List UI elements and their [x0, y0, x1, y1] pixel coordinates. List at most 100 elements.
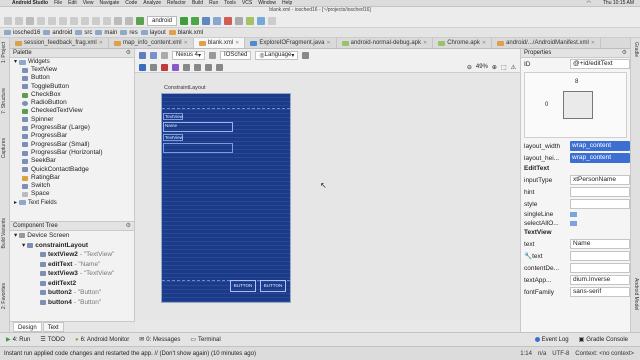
align-icon[interactable] [205, 63, 212, 71]
text-tools-field[interactable] [570, 251, 630, 261]
device-blueprint[interactable]: ConstraintLayout TextView Name TextView … [161, 85, 291, 303]
tab-manifest[interactable]: android/.../AndroidManifest.xml ✕ [492, 38, 602, 48]
tool-gradle-console[interactable]: ▣ Gradle Console [579, 336, 628, 344]
zoom-fit-icon[interactable]: ⬚ [501, 64, 507, 71]
run-config-dropdown[interactable]: android [147, 15, 178, 26]
style-field[interactable] [570, 199, 630, 209]
tree-node-button4[interactable]: button4- "Button" [10, 298, 134, 308]
palette-item-quickcontactbadge[interactable]: QuickContactBadge [10, 166, 134, 174]
device-dropdown[interactable]: Nexus 4 ▾ [172, 50, 206, 60]
tab-chrome-apk[interactable]: Chrome.apk ✕ [433, 38, 493, 48]
android-device-monitor-icon[interactable] [257, 16, 266, 25]
palette-item-checkedtextview[interactable]: CheckedTextView [10, 107, 134, 115]
palette-item-button[interactable]: Button [10, 74, 134, 82]
layout-height-dropdown[interactable]: wrap_content [570, 153, 630, 163]
tree-node-edittext2[interactable]: editText2 [10, 279, 134, 289]
tool-tab-build-variants[interactable]: Build Variants [1, 218, 7, 248]
tab-session-feedback[interactable]: session_feedback_frag.xml ✕ [10, 38, 109, 48]
copy-icon[interactable] [70, 16, 78, 25]
breadcrumb-item[interactable]: main [95, 30, 117, 36]
guidelines-icon[interactable] [216, 63, 223, 71]
theme-dropdown[interactable]: IOSched [220, 50, 252, 60]
palette-item-progressbar-small[interactable]: ProgressBar (Small) [10, 141, 134, 149]
tool-android-monitor[interactable]: ● 6: Android Monitor [75, 337, 129, 343]
tool-terminal[interactable]: ▭ Terminal [190, 336, 220, 344]
palette-item-progressbar[interactable]: ProgressBar [10, 132, 134, 140]
select-all-toggle[interactable] [570, 221, 577, 226]
api-level-icon[interactable] [209, 51, 217, 59]
gear-icon[interactable]: ⚙ [126, 222, 131, 230]
breadcrumb-item[interactable]: layout [140, 30, 166, 36]
palette-item-spinner[interactable]: Spinner [10, 116, 134, 124]
palette-item-radiobutton[interactable]: RadioButton [10, 99, 134, 107]
menu-file[interactable]: File [54, 0, 62, 6]
constraint-top-value[interactable]: 8 [575, 79, 578, 85]
close-icon[interactable]: ✕ [326, 40, 330, 46]
tool-run[interactable]: ▶ 4: Run [6, 336, 30, 344]
breadcrumb-item[interactable]: res [120, 30, 138, 36]
status-message[interactable]: Instant run applied code changes and res… [4, 351, 256, 357]
palette-item-seekbar[interactable]: SeekBar [10, 157, 134, 165]
content-description-field[interactable] [570, 263, 630, 273]
tool-tab-structure[interactable]: 7: Structure [1, 88, 7, 114]
breadcrumb-item[interactable]: android [43, 30, 72, 36]
tab-debug-apk[interactable]: android-normal-debug.apk ✕ [337, 38, 434, 48]
tab-design[interactable]: Design [13, 322, 42, 332]
blueprint-textview2[interactable]: TextView [163, 113, 183, 120]
blueprint-mode-icon[interactable] [150, 51, 157, 59]
breadcrumb-item[interactable]: src [75, 30, 92, 36]
gear-icon[interactable]: ⚙ [126, 49, 131, 57]
blueprint-textview3[interactable]: TextView [163, 134, 183, 141]
constraint-left-value[interactable]: 0 [545, 102, 548, 108]
palette-group-text-fields[interactable]: ▸ Text Fields [10, 199, 134, 207]
tree-node-textview3[interactable]: textView3- "TextView" [10, 269, 134, 279]
text-field[interactable]: Name [570, 239, 630, 249]
orientation-icon[interactable] [161, 51, 168, 59]
constraint-inspector[interactable]: 8 0 [524, 72, 627, 138]
palette-item-ratingbar[interactable]: RatingBar [10, 174, 134, 182]
blueprint-button2[interactable]: BUTTON [230, 280, 256, 292]
stop-icon[interactable] [224, 16, 233, 25]
gear-icon[interactable]: ⚙ [622, 49, 627, 57]
context-indicator[interactable]: Context: <no context> [575, 351, 634, 357]
zoom-out-icon[interactable]: ⊖ [467, 64, 472, 71]
tree-node-textview2[interactable]: textView2- "TextView" [10, 250, 134, 260]
close-icon[interactable]: ✕ [423, 40, 427, 46]
menu-run[interactable]: Run [209, 0, 218, 6]
forward-icon[interactable] [125, 16, 133, 25]
tool-messages[interactable]: ✉ 0: Messages [139, 336, 180, 344]
app-menu[interactable]: Android Studio [12, 0, 48, 6]
tool-todo[interactable]: ☰ TODO [40, 336, 65, 344]
attach-debugger-icon[interactable] [213, 16, 222, 25]
tool-event-log[interactable]: Event Log [534, 337, 569, 343]
layout-variants-icon[interactable] [302, 51, 310, 59]
palette-group-widgets[interactable]: ▾ Widgets [10, 58, 134, 66]
menu-view[interactable]: View [83, 0, 94, 6]
close-icon[interactable]: ✕ [99, 40, 103, 46]
text-appearance-dropdown[interactable]: dium.Inverse [570, 275, 630, 285]
file-encoding[interactable]: UTF-8 [552, 351, 569, 357]
design-mode-icon[interactable] [139, 51, 146, 59]
caret-position[interactable]: 1:14 [520, 351, 532, 357]
clock[interactable]: Thu 10:15 AM [603, 0, 634, 6]
menu-refactor[interactable]: Refactor [167, 0, 186, 6]
tab-explore-fragment[interactable]: ExploreIOFragment.java ✕ [245, 38, 337, 48]
menu-window[interactable]: Window [258, 0, 276, 6]
design-canvas[interactable]: ConstraintLayout TextView Name TextView … [135, 73, 520, 321]
wifi-icon[interactable]: ◠ [586, 0, 590, 6]
menu-vcs[interactable]: VCS [242, 0, 252, 6]
palette-item-progressbar-large[interactable]: ProgressBar (Large) [10, 124, 134, 132]
palette-item-space[interactable]: Space [10, 190, 134, 198]
menu-build[interactable]: Build [192, 0, 203, 6]
menu-tools[interactable]: Tools [224, 0, 236, 6]
breadcrumb-item[interactable]: iosched16 [4, 30, 40, 36]
open-icon[interactable] [4, 16, 12, 25]
clear-constraints-icon[interactable] [161, 63, 168, 71]
paste-icon[interactable] [81, 16, 89, 25]
sdk-manager-icon[interactable] [246, 16, 255, 25]
undo-icon[interactable] [37, 16, 45, 25]
redo-icon[interactable] [48, 16, 56, 25]
tree-node-edittext[interactable]: editText - "Name" [10, 260, 134, 270]
menu-edit[interactable]: Edit [68, 0, 77, 6]
replace-icon[interactable] [103, 16, 111, 25]
